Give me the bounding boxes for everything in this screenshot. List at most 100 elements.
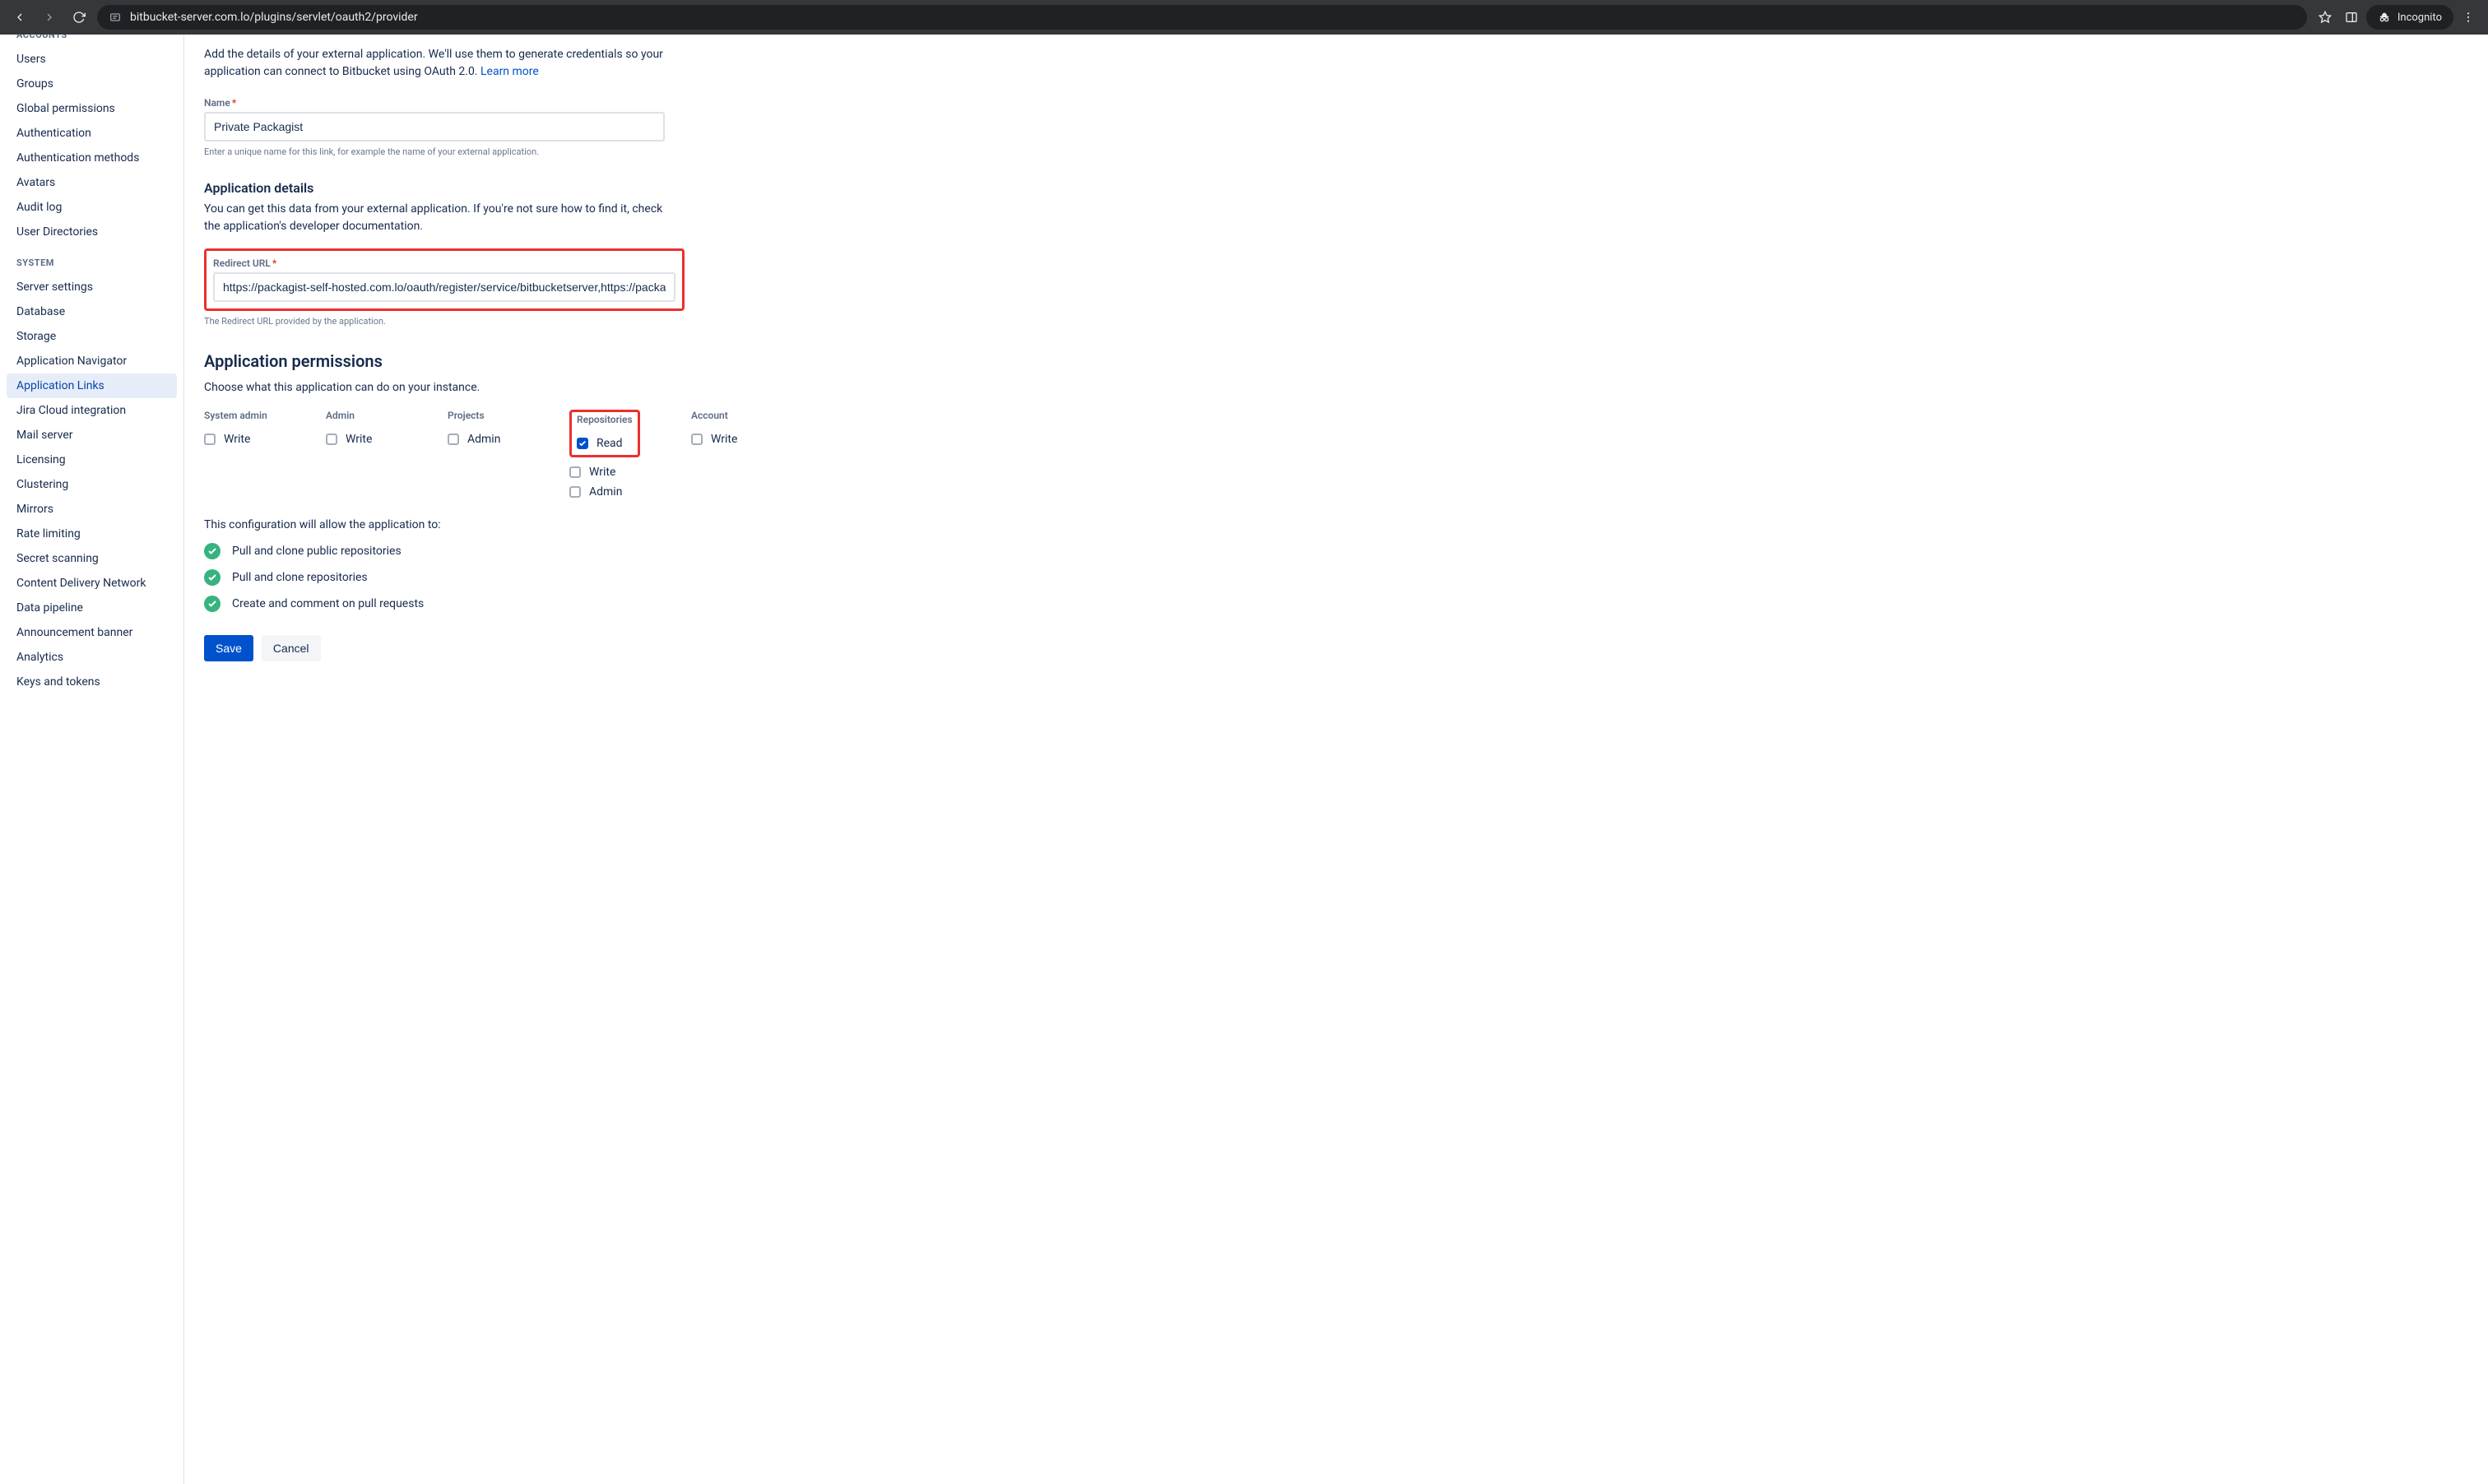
allow-title: This configuration will allow the applic… <box>204 518 862 531</box>
name-helper: Enter a unique name for this link, for e… <box>204 146 862 157</box>
allow-item-label: Create and comment on pull requests <box>232 597 424 610</box>
checkbox-icon[interactable] <box>448 434 459 445</box>
sidebar-item[interactable]: Analytics <box>0 645 183 670</box>
sidebar-item[interactable]: Avatars <box>0 170 183 195</box>
application-details-desc: You can get this data from your external… <box>204 201 665 235</box>
permission-option-label: Write <box>589 466 615 479</box>
redirect-url-highlight: Redirect URL * <box>204 248 685 311</box>
sidebar-item[interactable]: Database <box>0 299 183 324</box>
learn-more-link[interactable]: Learn more <box>480 65 539 78</box>
allow-item: Create and comment on pull requests <box>204 596 862 612</box>
address-bar[interactable]: bitbucket-server.com.lo/plugins/servlet/… <box>97 5 2307 30</box>
incognito-indicator[interactable]: Incognito <box>2366 5 2453 30</box>
browser-toolbar: bitbucket-server.com.lo/plugins/servlet/… <box>0 0 2488 35</box>
permission-option[interactable]: Admin <box>448 429 530 449</box>
permission-column-title: Account <box>691 410 773 421</box>
checkbox-icon[interactable] <box>569 486 581 498</box>
cancel-button[interactable]: Cancel <box>262 635 321 661</box>
name-field-group: Name * Enter a unique name for this link… <box>204 97 862 157</box>
sidebar-item[interactable]: Authentication <box>0 121 183 146</box>
name-input[interactable] <box>204 112 665 141</box>
sidebar-item[interactable]: Mirrors <box>0 497 183 522</box>
sidebar-item[interactable]: Users <box>0 47 183 72</box>
permission-column: Admin Write <box>326 410 408 502</box>
permission-option[interactable]: Read <box>577 434 633 453</box>
allow-item-label: Pull and clone public repositories <box>232 545 402 558</box>
incognito-label: Incognito <box>2397 12 2442 24</box>
allow-item-label: Pull and clone repositories <box>232 571 368 584</box>
permission-column: Projects Admin <box>448 410 530 502</box>
permission-option-label: Write <box>711 433 737 446</box>
checkbox-icon[interactable] <box>691 434 703 445</box>
permission-column-title: System admin <box>204 410 286 421</box>
checkbox-icon[interactable] <box>577 438 588 449</box>
permission-option[interactable]: Write <box>569 462 652 482</box>
permission-option-label: Write <box>224 433 250 446</box>
permission-option[interactable]: Write <box>204 429 286 449</box>
checkbox-icon[interactable] <box>326 434 337 445</box>
checkbox-icon[interactable] <box>204 434 216 445</box>
bookmark-button[interactable] <box>2314 6 2337 29</box>
intro-copy: Add the details of your external applica… <box>204 48 663 78</box>
intro-text: Add the details of your external applica… <box>204 46 665 81</box>
sidebar-item[interactable]: Groups <box>0 72 183 96</box>
permission-column: System admin Write <box>204 410 286 502</box>
sidebar-item[interactable]: Audit log <box>0 195 183 220</box>
side-panel-button[interactable] <box>2340 6 2363 29</box>
sidebar-item[interactable]: Authentication methods <box>0 146 183 170</box>
check-circle-icon <box>204 569 220 586</box>
admin-sidebar: ACCOUNTS UsersGroupsGlobal permissionsAu… <box>0 35 184 1484</box>
permission-option-label: Write <box>346 433 372 446</box>
name-label: Name <box>204 97 230 109</box>
check-circle-icon <box>204 543 220 559</box>
sidebar-item[interactable]: Keys and tokens <box>0 670 183 694</box>
permission-option-label: Admin <box>467 433 500 446</box>
sidebar-item[interactable]: User Directories <box>0 220 183 244</box>
sidebar-item[interactable]: Data pipeline <box>0 596 183 620</box>
permission-column-title: Projects <box>448 410 530 421</box>
allow-item: Pull and clone public repositories <box>204 543 862 559</box>
checkbox-icon[interactable] <box>569 466 581 478</box>
permission-column: Account Write <box>691 410 773 502</box>
sidebar-item[interactable]: Content Delivery Network <box>0 571 183 596</box>
sidebar-item[interactable]: Server settings <box>0 275 183 299</box>
permission-option[interactable]: Write <box>326 429 408 449</box>
browser-menu-button[interactable] <box>2457 6 2480 29</box>
sidebar-item[interactable]: Jira Cloud integration <box>0 398 183 423</box>
sidebar-item[interactable]: Storage <box>0 324 183 349</box>
required-indicator: * <box>232 97 236 109</box>
allow-item: Pull and clone repositories <box>204 569 862 586</box>
back-button[interactable] <box>8 6 31 29</box>
sidebar-item[interactable]: Application Links <box>7 373 177 398</box>
site-info-icon[interactable] <box>107 9 123 26</box>
redirect-label: Redirect URL <box>213 257 271 269</box>
permission-column-title: Repositories <box>577 414 633 425</box>
redirect-helper: The Redirect URL provided by the applica… <box>204 316 862 327</box>
permission-option[interactable]: Write <box>691 429 773 449</box>
sidebar-item[interactable]: Global permissions <box>0 96 183 121</box>
check-circle-icon <box>204 596 220 612</box>
save-button[interactable]: Save <box>204 635 253 661</box>
redirect-url-input[interactable] <box>213 272 675 302</box>
permission-option[interactable]: Admin <box>569 482 652 502</box>
permissions-grid: System admin Write Admin Write Projects Admin… <box>204 410 862 502</box>
sidebar-heading-system: SYSTEM <box>0 244 183 275</box>
permission-option-label: Admin <box>589 485 622 499</box>
permissions-heading: Application permissions <box>204 351 862 371</box>
reload-button[interactable] <box>67 6 91 29</box>
main-content: Add the details of your external applica… <box>184 35 2488 1484</box>
sidebar-item[interactable]: Application Navigator <box>0 349 183 373</box>
required-indicator: * <box>272 257 276 269</box>
sidebar-item[interactable]: Licensing <box>0 448 183 472</box>
sidebar-item[interactable]: Mail server <box>0 423 183 448</box>
application-details-heading: Application details <box>204 180 862 196</box>
address-text: bitbucket-server.com.lo/plugins/servlet/… <box>130 11 2297 24</box>
permission-column-title: Admin <box>326 410 408 421</box>
sidebar-item[interactable]: Clustering <box>0 472 183 497</box>
sidebar-item[interactable]: Rate limiting <box>0 522 183 546</box>
sidebar-item[interactable]: Secret scanning <box>0 546 183 571</box>
repositories-read-highlight: Repositories Read <box>569 410 640 457</box>
forward-button[interactable] <box>38 6 61 29</box>
sidebar-item[interactable]: Announcement banner <box>0 620 183 645</box>
sidebar-heading-accounts: ACCOUNTS <box>0 35 183 47</box>
